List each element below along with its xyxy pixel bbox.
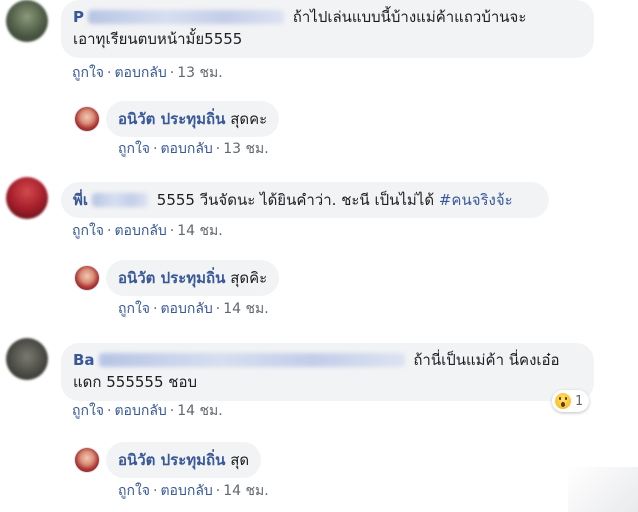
like-link[interactable]: ถูกใจ	[118, 483, 150, 499]
reply-author-name[interactable]: อนิวัต ประทุมถิ่น	[118, 110, 225, 128]
reply-actions: ถูกใจ · ตอบกลับ · 14 ชม.	[118, 482, 269, 500]
reply-author-name[interactable]: อนิวัต ประทุมถิ่น	[118, 451, 225, 469]
reply-bubble: อนิวัต ประทุมถิ่น สุดคิะ	[106, 260, 280, 296]
timestamp[interactable]: 14 ชม.	[223, 483, 268, 499]
like-link[interactable]: ถูกใจ	[72, 223, 104, 239]
reply-link[interactable]: ตอบกลับ	[114, 223, 166, 239]
comment-text: ถ้านี่เป็นแม่ค้า นี่คงเอ๋อ	[413, 351, 560, 369]
reply-text: สุด	[230, 451, 250, 469]
reply-link[interactable]: ตอบกลับ	[114, 403, 166, 419]
corner-shadow	[568, 467, 638, 512]
like-link[interactable]: ถูกใจ	[118, 141, 150, 157]
separator: ·	[107, 65, 112, 81]
timestamp[interactable]: 13 ชม.	[223, 141, 268, 157]
blurred-name	[98, 353, 405, 367]
separator: ·	[153, 141, 158, 157]
reply-link[interactable]: ตอบกลับ	[114, 65, 166, 81]
commenter-name[interactable]: Ba	[73, 351, 95, 369]
comment-text-line2: แดก 555555 ชอบ	[73, 373, 197, 391]
reply-text: สุดคิะ	[230, 269, 268, 287]
reply-author-avatar[interactable]	[74, 447, 100, 473]
commenter-avatar[interactable]	[6, 0, 48, 42]
comment-text: 5555 วีนจัดนะ ได้ยินคำว่า. ชะนี เป็นไม่ไ…	[156, 191, 435, 209]
reply-bubble: อนิวัต ประทุมถิ่น สุด	[106, 442, 262, 478]
reply-actions: ถูกใจ · ตอบกลับ · 14 ชม.	[118, 300, 269, 318]
comment-bubble: พี่เ 5555 วีนจัดนะ ได้ยินคำว่า. ชะนี เป็…	[61, 182, 549, 218]
comment-bubble: P ถ้าไปเล่นแบบนี้บ้างแม่ค้าแถวบ้านจะ เอา…	[61, 0, 594, 58]
wow-reaction-icon	[555, 393, 571, 409]
reply-link[interactable]: ตอบกลับ	[160, 301, 212, 317]
reply-author-avatar[interactable]	[74, 265, 100, 291]
separator: ·	[153, 483, 158, 499]
blurred-name	[88, 10, 284, 24]
commenter-avatar[interactable]	[6, 177, 48, 219]
reply-link[interactable]: ตอบกลับ	[160, 483, 212, 499]
timestamp[interactable]: 14 ชม.	[177, 403, 222, 419]
blurred-name	[92, 193, 149, 207]
reply-author-name[interactable]: อนิวัต ประทุมถิ่น	[118, 269, 225, 287]
separator: ·	[215, 301, 221, 317]
separator: ·	[107, 403, 112, 419]
reply-author-avatar[interactable]	[74, 106, 100, 132]
separator: ·	[169, 403, 175, 419]
reply-bubble: อนิวัต ประทุมถิ่น สุดคะ	[106, 101, 280, 137]
like-link[interactable]: ถูกใจ	[118, 301, 150, 317]
reaction-badge[interactable]: 1	[552, 390, 590, 412]
commenter-name[interactable]: P	[73, 8, 84, 26]
like-link[interactable]: ถูกใจ	[72, 65, 104, 81]
timestamp[interactable]: 13 ชม.	[177, 65, 222, 81]
comment-text: ถ้าไปเล่นแบบนี้บ้างแม่ค้าแถวบ้านจะ	[292, 8, 527, 26]
reply-actions: ถูกใจ · ตอบกลับ · 13 ชม.	[118, 140, 269, 158]
comment-actions: ถูกใจ · ตอบกลับ · 14 ชม.	[72, 402, 223, 420]
separator: ·	[215, 483, 221, 499]
commenter-name[interactable]: พี่เ	[73, 191, 88, 209]
separator: ·	[215, 141, 221, 157]
reply-link[interactable]: ตอบกลับ	[160, 141, 212, 157]
reply-text: สุดคะ	[230, 110, 268, 128]
comment-actions: ถูกใจ · ตอบกลับ · 13 ชม.	[72, 64, 223, 82]
separator: ·	[107, 223, 112, 239]
separator: ·	[169, 65, 175, 81]
separator: ·	[169, 223, 175, 239]
like-link[interactable]: ถูกใจ	[72, 403, 104, 419]
commenter-avatar[interactable]	[6, 338, 48, 380]
hashtag-link[interactable]: #คนจริงจ้ะ	[439, 191, 513, 209]
separator: ·	[153, 301, 158, 317]
comment-bubble: Ba ถ้านี่เป็นแม่ค้า นี่คงเอ๋อ แดก 555555…	[61, 343, 594, 401]
comment-text-line2: เอาทุเรียนตบหน้ามั้ย5555	[73, 30, 243, 48]
timestamp[interactable]: 14 ชม.	[177, 223, 222, 239]
reaction-count: 1	[575, 393, 584, 409]
comment-actions: ถูกใจ · ตอบกลับ · 14 ชม.	[72, 222, 223, 240]
timestamp[interactable]: 14 ชม.	[223, 301, 268, 317]
